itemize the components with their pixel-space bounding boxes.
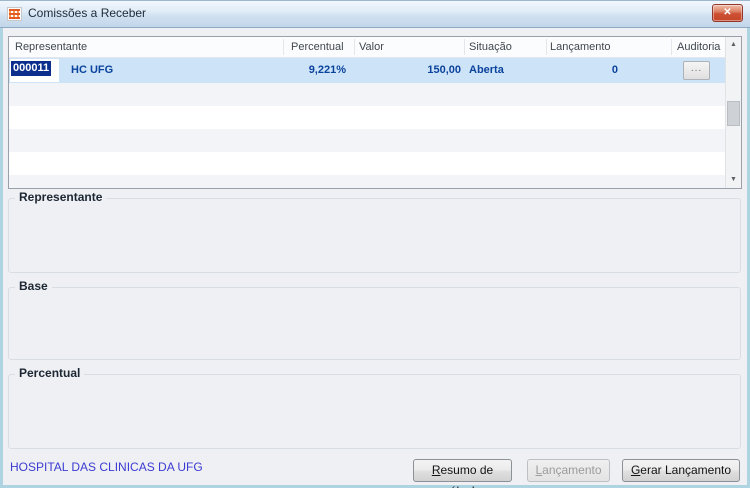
codigo-cell-editor[interactable]: 000011 (10, 59, 59, 82)
grid-header: Representante Percentual Valor Situação … (9, 37, 725, 58)
cell-valor: 150,00 (427, 64, 461, 76)
column-header-percentual[interactable]: Percentual (291, 37, 344, 57)
groupbox-base: Base (8, 279, 741, 360)
vertical-scrollbar[interactable]: ▲ ▼ (725, 37, 741, 188)
groupbox-representante: Representante (8, 190, 741, 273)
column-divider (464, 39, 465, 55)
scroll-up-icon[interactable]: ▲ (726, 37, 741, 53)
title-bar[interactable]: Comissões a Receber ✕ (0, 0, 750, 28)
dialog-comissoes-a-receber: Comissões a Receber ✕ Representante Perc… (0, 0, 750, 488)
groupbox-percentual: Percentual (8, 366, 741, 449)
groupbox-percentual-label: Percentual (15, 366, 85, 380)
close-icon: ✕ (723, 7, 732, 18)
column-header-valor[interactable]: Valor (359, 37, 384, 57)
resumo-de-calculo-button[interactable]: Resumo de cálculo (413, 459, 512, 488)
column-divider (354, 39, 355, 55)
column-divider (671, 39, 672, 55)
column-header-lancamento[interactable]: Lançamento (550, 37, 611, 57)
lancamento-button[interactable]: Lançamento (527, 459, 610, 482)
cell-percentual: 9,221% (308, 64, 346, 76)
cell-representante: HC UFG (71, 64, 114, 76)
auditoria-ellipsis-button[interactable]: ... (683, 61, 710, 80)
label-rest: esumo de cálculo (440, 463, 494, 488)
column-divider (546, 39, 547, 55)
scrollbar-thumb[interactable] (727, 101, 740, 126)
column-header-representante[interactable]: Representante (15, 37, 87, 57)
column-header-situacao[interactable]: Situação (469, 37, 512, 57)
scroll-down-icon[interactable]: ▼ (726, 172, 741, 188)
empty-row (9, 175, 725, 188)
gerar-lancamento-button[interactable]: Gerar Lançamento (622, 459, 740, 482)
dialog-client-area: Representante Percentual Valor Situação … (3, 28, 747, 488)
company-name-label: HOSPITAL DAS CLINICAS DA UFG (10, 460, 203, 474)
commissions-grid: Representante Percentual Valor Situação … (8, 36, 742, 189)
close-button[interactable]: ✕ (712, 4, 743, 22)
label-rest: ançamento (542, 463, 602, 477)
groupbox-base-label: Base (15, 279, 52, 293)
window-title: Comissões a Receber (28, 6, 147, 20)
codigo-value: 000011 (11, 61, 52, 76)
empty-row (9, 83, 725, 106)
cell-lancamento: 0 (611, 64, 618, 76)
cell-situacao: Aberta (469, 64, 504, 76)
mnemonic: G (630, 463, 641, 477)
empty-row (9, 129, 725, 152)
column-header-auditoria[interactable]: Auditoria (677, 37, 720, 57)
label-rest: erar Lançamento (640, 463, 732, 477)
table-row-selected[interactable]: 000011 HC UFG 9,221% 150,00 Aberta 0 ... (9, 58, 725, 83)
groupbox-representante-label: Representante (15, 190, 107, 204)
app-icon (7, 7, 22, 21)
column-divider (283, 39, 284, 55)
